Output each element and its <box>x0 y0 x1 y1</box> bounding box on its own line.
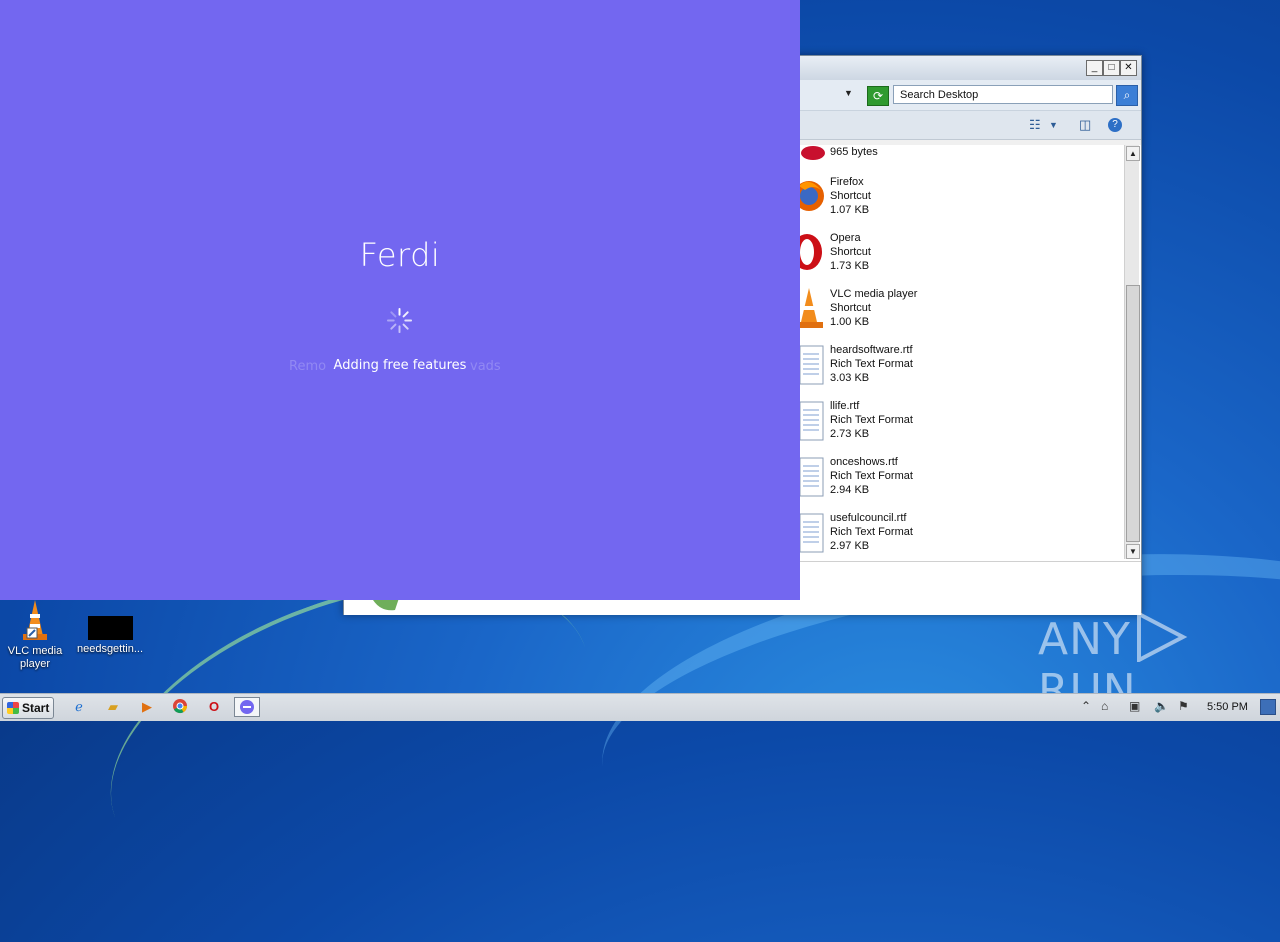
view-dropdown-icon[interactable]: ▼ <box>1049 120 1058 130</box>
windows-logo-icon <box>7 702 19 714</box>
fading-status-text: vads <box>470 359 501 374</box>
opera-icon <box>799 234 822 270</box>
ferdi-splash-window[interactable]: Ferdi Remo Adding free features vads <box>0 0 800 600</box>
file-type: Shortcut <box>830 302 871 314</box>
list-item[interactable]: Firefox Shortcut 1.07 KB <box>799 176 1119 226</box>
start-button[interactable]: Start <box>2 697 54 719</box>
file-name: VLC media player <box>830 288 918 300</box>
file-type: Rich Text Format <box>830 526 913 538</box>
file-name: Firefox <box>830 176 864 188</box>
desktop-icon-label: VLC media player <box>7 645 63 670</box>
show-hidden-icons-icon[interactable]: ⌃ <box>1081 699 1091 713</box>
desktop-icon-label: needsgettin... <box>76 643 144 655</box>
loading-status: Adding free features <box>333 358 467 373</box>
address-dropdown-icon[interactable]: ▼ <box>844 88 853 98</box>
view-options-icon[interactable]: ☷ <box>1029 117 1041 133</box>
ferdi-taskbar-icon[interactable] <box>234 697 260 717</box>
list-item[interactable]: VLC media player Shortcut 1.00 KB <box>799 288 1119 338</box>
close-button[interactable]: ✕ <box>1120 60 1137 76</box>
file-name: usefulcouncil.rtf <box>830 512 907 524</box>
list-item[interactable]: onceshows.rtf Rich Text Format 2.94 KB <box>799 456 1119 506</box>
watermark-left-text: ANY <box>1038 614 1131 665</box>
file-size: 1.07 KB <box>830 204 870 216</box>
opera-icon[interactable]: O <box>201 697 227 717</box>
desktop-icon-vlc[interactable]: VLC media player <box>0 598 70 671</box>
file-name: llife.rtf <box>830 400 860 412</box>
firefox-icon <box>799 181 824 211</box>
file-size: 2.94 KB <box>830 484 870 496</box>
folder-icon[interactable]: ▰ <box>100 697 126 717</box>
document-icon <box>799 513 824 553</box>
app-title: Ferdi <box>359 236 441 274</box>
clock[interactable]: 5:50 PM <box>1207 701 1248 713</box>
media-player-icon[interactable]: ▶ <box>134 697 160 717</box>
file-name: Opera <box>830 232 861 244</box>
scroll-down-icon[interactable]: ▼ <box>1126 544 1140 559</box>
file-type: Rich Text Format <box>830 470 913 482</box>
action-center-icon[interactable]: ▣ <box>1129 699 1140 713</box>
scroll-up-icon[interactable]: ▲ <box>1126 146 1140 161</box>
network-icon[interactable]: ⌂ <box>1101 699 1108 713</box>
file-size: 1.73 KB <box>830 260 870 272</box>
file-size: 3.03 KB <box>830 372 870 384</box>
loading-spinner-icon <box>386 307 413 334</box>
file-name: heardsoftware.rtf <box>830 344 913 356</box>
file-type: Shortcut <box>830 190 871 202</box>
list-item[interactable]: usefulcouncil.rtf Rich Text Format 2.97 … <box>799 512 1119 562</box>
desktop-icon-needsgettin[interactable]: needsgettin... <box>75 600 145 656</box>
list-item[interactable]: llife.rtf Rich Text Format 2.73 KB <box>799 400 1119 450</box>
maximize-button[interactable]: □ <box>1103 60 1120 76</box>
vlc-icon <box>799 288 823 328</box>
show-desktop-button[interactable] <box>1260 699 1276 715</box>
file-type: Shortcut <box>830 246 871 258</box>
start-label: Start <box>22 701 50 715</box>
preview-pane-icon[interactable]: ◫ <box>1079 117 1091 133</box>
flag-icon[interactable]: ⚑ <box>1178 699 1189 713</box>
list-item[interactable]: Opera Shortcut 1.73 KB <box>799 232 1119 282</box>
file-size: 2.97 KB <box>830 540 870 552</box>
refresh-icon[interactable]: ⟳ <box>867 86 889 106</box>
minimize-button[interactable]: _ <box>1086 60 1103 76</box>
file-type: Rich Text Format <box>830 414 913 426</box>
document-icon <box>799 401 824 441</box>
taskbar: Start ℯ ▰ ▶ O ⌃ ⌂ ▣ 🔈 ⚑ 5:50 PM <box>0 693 1280 721</box>
scroll-thumb[interactable] <box>1126 285 1140 542</box>
vlc-icon <box>23 600 47 640</box>
play-logo-icon <box>1131 610 1201 665</box>
chrome-icon[interactable] <box>167 697 193 717</box>
vertical-scrollbar[interactable]: ▲ ▼ <box>1124 145 1140 559</box>
list-item[interactable]: heardsoftware.rtf Rich Text Format 3.03 … <box>799 344 1119 394</box>
file-type: Rich Text Format <box>830 358 913 370</box>
ie-icon[interactable]: ℯ <box>66 697 92 717</box>
file-name: onceshows.rtf <box>830 456 898 468</box>
blacked-out-thumbnail <box>87 616 133 640</box>
file-size: 1.00 KB <box>830 316 870 328</box>
search-input[interactable]: Search Desktop <box>893 85 1113 104</box>
help-icon[interactable]: ? <box>1108 118 1122 132</box>
document-icon <box>799 457 824 497</box>
file-size: 2.73 KB <box>830 428 870 440</box>
search-icon[interactable]: ⌕ <box>1116 85 1138 106</box>
document-icon <box>799 345 824 385</box>
volume-icon[interactable]: 🔈 <box>1154 699 1169 713</box>
file-name: 965 bytes <box>830 146 878 158</box>
